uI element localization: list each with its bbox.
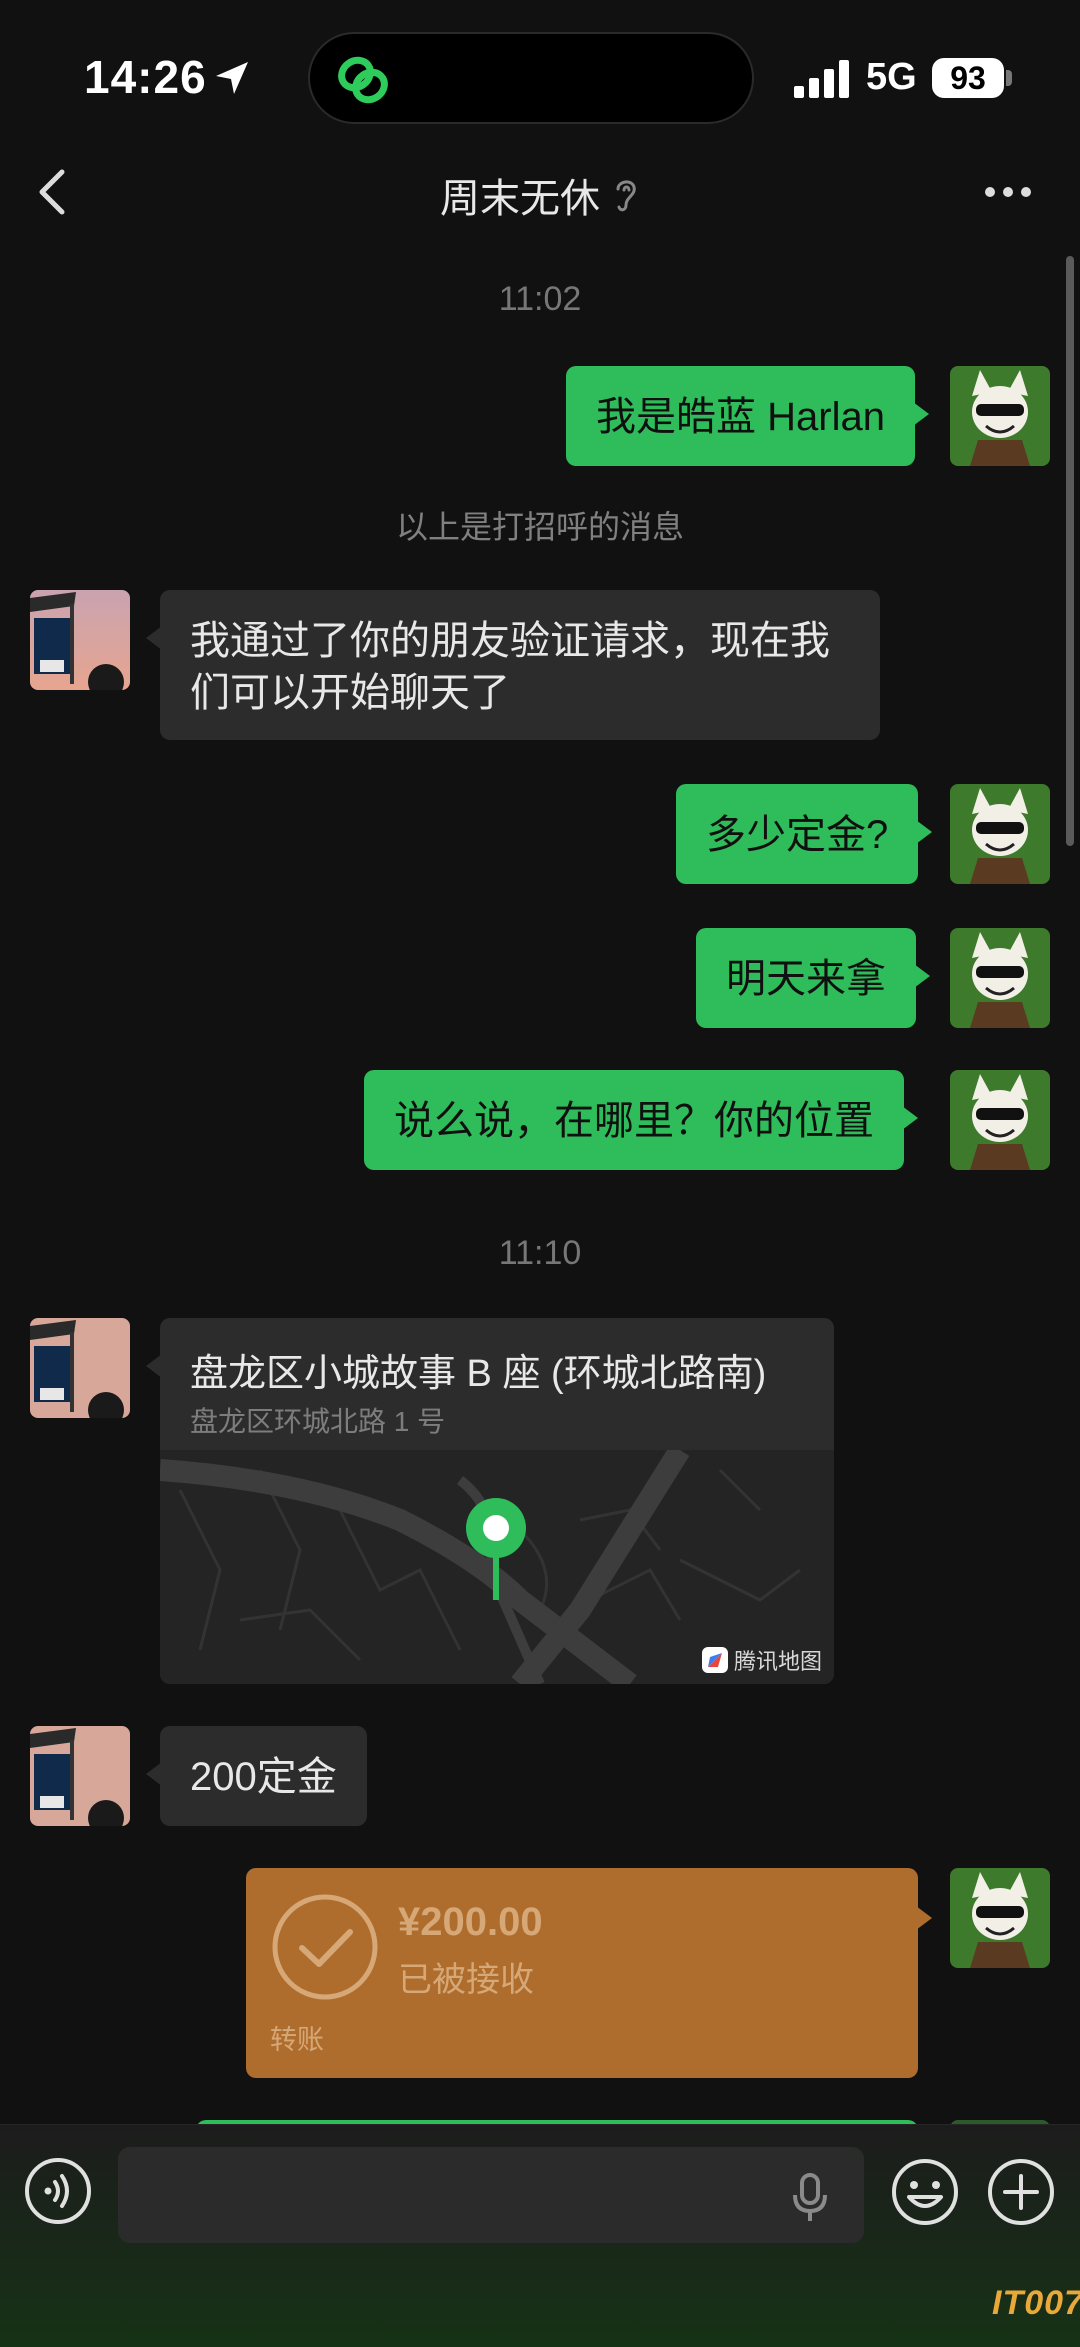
- contact-avatar-image: [30, 1726, 130, 1826]
- microphone-icon[interactable]: [790, 2173, 830, 2223]
- link-icon: [338, 56, 388, 104]
- timestamp: 11:02: [498, 280, 582, 318]
- more-actions-button[interactable]: [986, 2157, 1056, 2227]
- my-avatar-image: [950, 784, 1050, 884]
- battery-tip: [1006, 70, 1012, 86]
- message-text: 说么说，在哪里？你的位置: [394, 1099, 874, 1143]
- location-arrow-icon: [216, 62, 248, 94]
- contact-avatar-image: [30, 1318, 130, 1418]
- tencent-map-icon: [701, 1647, 728, 1673]
- voice-input-button[interactable]: [24, 2157, 92, 2225]
- contact-avatar[interactable]: [30, 1318, 130, 1418]
- emoji-button[interactable]: [890, 2157, 960, 2227]
- chat-title[interactable]: 周末无休: [440, 166, 600, 224]
- my-avatar[interactable]: [950, 928, 1050, 1028]
- my-message-bubble[interactable]: 明天来拿: [696, 928, 930, 1028]
- message-text: 明天来拿: [726, 957, 886, 1001]
- message-text: 多少定金?: [706, 813, 889, 857]
- system-notice: 以上是打招呼的消息: [395, 509, 684, 545]
- message-text: 我是皓蓝 Harlan: [596, 395, 885, 439]
- network-type: 5G: [866, 56, 917, 98]
- transfer-amount: ¥200.00: [398, 1900, 543, 1944]
- my-avatar-image: [950, 928, 1050, 1028]
- input-bar: [0, 2124, 1080, 2347]
- my-message-bubble[interactable]: 我是皓蓝 Harlan: [566, 366, 929, 466]
- checkmark-circle-icon: [272, 1894, 378, 2000]
- my-avatar[interactable]: [950, 1070, 1050, 1170]
- cellular-signal-icon: [794, 60, 849, 98]
- map-provider-badge: 腾讯地图: [701, 1644, 822, 1676]
- location-message-card[interactable]: 盘龙区小城故事 B 座 (环城北路南) 盘龙区环城北路 1 号 腾讯地图: [160, 1318, 834, 1684]
- message-text-line-1: 我通过了你的朋友验证请求，现在我: [190, 619, 830, 663]
- my-avatar[interactable]: [950, 366, 1050, 466]
- transfer-label: 转账: [270, 2025, 324, 2055]
- timestamp: 11:10: [498, 1234, 582, 1272]
- transfer-status: 已被接收: [398, 1961, 534, 1999]
- my-message-bubble[interactable]: 说么说，在哪里？你的位置: [364, 1070, 918, 1170]
- transfer-card[interactable]: ¥200.00 已被接收 转账: [246, 1868, 932, 2078]
- message-input[interactable]: [118, 2147, 864, 2243]
- my-avatar-image: [950, 366, 1050, 466]
- message-text: 200定金: [190, 1755, 337, 1799]
- contact-message-bubble[interactable]: 200定金: [146, 1726, 367, 1826]
- location-title: 盘龙区小城故事 B 座 (环城北路南): [190, 1353, 767, 1395]
- chat-screen: { "status_bar": { "time": "14:26", "netw…: [0, 0, 1080, 2347]
- contact-avatar[interactable]: [30, 590, 130, 690]
- my-message-bubble[interactable]: 多少定金?: [676, 784, 933, 884]
- message-text-line-2: 们可以开始聊天了: [190, 671, 510, 715]
- chat-title-bar: 周末无休: [0, 166, 1080, 224]
- watermark-logo: IT007: [992, 2284, 1080, 2322]
- my-avatar-image: [950, 1868, 1050, 1968]
- dynamic-island: [308, 32, 754, 124]
- contact-avatar[interactable]: [30, 1726, 130, 1826]
- my-avatar-image: [950, 1070, 1050, 1170]
- ear-icon: [616, 180, 636, 212]
- status-time: 14:26: [84, 51, 207, 103]
- location-map-preview[interactable]: 腾讯地图: [160, 1450, 834, 1684]
- bubble-tail: [146, 1354, 162, 1378]
- location-address: 盘龙区环城北路 1 号: [190, 1406, 446, 1437]
- contact-message-bubble[interactable]: 我通过了你的朋友验证请求，现在我 们可以开始聊天了: [146, 590, 880, 740]
- battery-indicator: 93: [932, 58, 1004, 98]
- contact-avatar-image: [30, 590, 130, 690]
- map-provider-label: 腾讯地图: [733, 1649, 822, 1674]
- scroll-indicator[interactable]: [1066, 256, 1074, 846]
- my-avatar[interactable]: [950, 1868, 1050, 1968]
- my-avatar[interactable]: [950, 784, 1050, 884]
- more-icon[interactable]: [982, 182, 1034, 202]
